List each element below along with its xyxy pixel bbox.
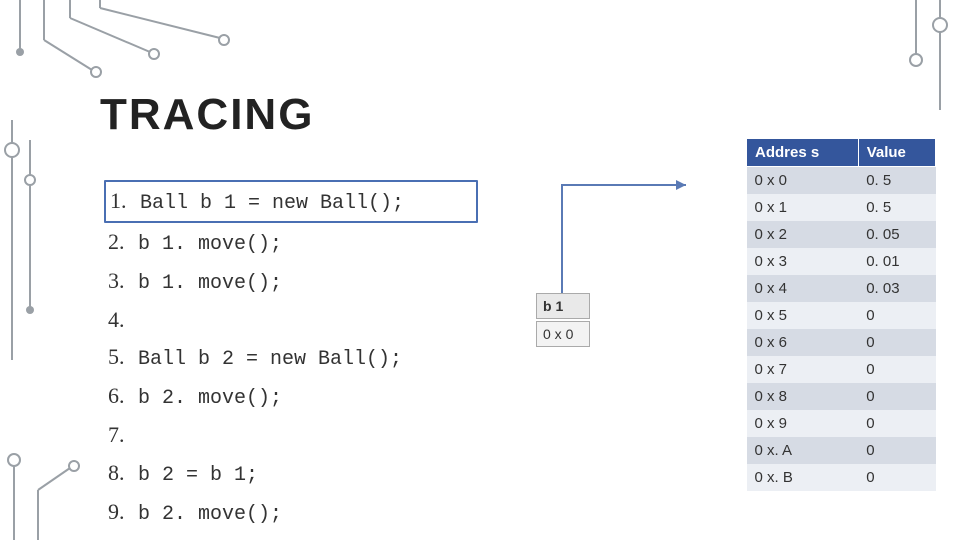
memory-address: 0 x 9 xyxy=(747,410,859,437)
table-row: 0 x 70 xyxy=(747,356,936,383)
memory-address: 0 x 0 xyxy=(747,167,859,195)
memory-address: 0 x. A xyxy=(747,437,859,464)
circuit-bottom-left xyxy=(0,450,100,540)
page-title: TRACING xyxy=(100,90,314,140)
code-statement: Ball b 1 = new Ball(); xyxy=(140,187,404,221)
pointer-label: b 1 xyxy=(536,293,590,319)
code-line: 8.b 2 = b 1; xyxy=(108,454,478,493)
line-number: 5. xyxy=(108,338,130,375)
code-statement: b 1. move(); xyxy=(138,228,282,262)
table-row: 0 x 10. 5 xyxy=(747,194,936,221)
code-line: 4. xyxy=(108,301,478,338)
circuit-left xyxy=(0,120,60,360)
memory-value: 0 xyxy=(858,464,935,491)
code-statement: b 2. move(); xyxy=(138,498,282,532)
line-number: 3. xyxy=(108,262,130,299)
line-number: 9. xyxy=(108,493,130,530)
code-line: 2.b 1. move(); xyxy=(108,223,478,262)
memory-value: 0. 5 xyxy=(858,167,935,195)
memory-header-address: Addres s xyxy=(747,139,859,167)
code-line: 5.Ball b 2 = new Ball(); xyxy=(108,338,478,377)
code-line: 7. xyxy=(108,416,478,453)
table-row: 0 x 40. 03 xyxy=(747,275,936,302)
memory-value: 0 xyxy=(858,383,935,410)
line-number: 1. xyxy=(110,182,132,219)
code-listing: 1.Ball b 1 = new Ball();2.b 1. move();3.… xyxy=(108,180,478,532)
table-row: 0 x 90 xyxy=(747,410,936,437)
memory-address: 0 x 6 xyxy=(747,329,859,356)
circuit-top-right xyxy=(880,0,960,120)
code-statement: b 2 = b 1; xyxy=(138,459,258,493)
code-line: 6.b 2. move(); xyxy=(108,377,478,416)
code-line: 9.b 2. move(); xyxy=(108,493,478,532)
code-line: 3.b 1. move(); xyxy=(108,262,478,301)
memory-header-value: Value xyxy=(858,139,935,167)
memory-address: 0 x. B xyxy=(747,464,859,491)
memory-value: 0 xyxy=(858,356,935,383)
line-number: 2. xyxy=(108,223,130,260)
memory-address: 0 x 8 xyxy=(747,383,859,410)
memory-address: 0 x 7 xyxy=(747,356,859,383)
table-row: 0 x. A0 xyxy=(747,437,936,464)
table-row: 0 x. B0 xyxy=(747,464,936,491)
line-number: 6. xyxy=(108,377,130,414)
memory-value: 0 xyxy=(858,302,935,329)
line-number: 4. xyxy=(108,301,130,338)
memory-address: 0 x 2 xyxy=(747,221,859,248)
table-row: 0 x 30. 01 xyxy=(747,248,936,275)
memory-value: 0. 01 xyxy=(858,248,935,275)
table-row: 0 x 20. 05 xyxy=(747,221,936,248)
memory-value: 0 xyxy=(858,329,935,356)
table-row: 0 x 50 xyxy=(747,302,936,329)
memory-value: 0 xyxy=(858,437,935,464)
table-row: 0 x 80 xyxy=(747,383,936,410)
memory-value: 0. 03 xyxy=(858,275,935,302)
memory-value: 0. 5 xyxy=(858,194,935,221)
circuit-top-left xyxy=(0,0,260,80)
pointer-diagram: b 1 0 x 0 xyxy=(516,175,716,375)
table-row: 0 x 00. 5 xyxy=(747,167,936,195)
code-statement: Ball b 2 = new Ball(); xyxy=(138,343,402,377)
code-line: 1.Ball b 1 = new Ball(); xyxy=(104,180,478,223)
memory-value: 0. 05 xyxy=(858,221,935,248)
line-number: 7. xyxy=(108,416,130,453)
code-statement: b 1. move(); xyxy=(138,267,282,301)
memory-address: 0 x 3 xyxy=(747,248,859,275)
line-number: 8. xyxy=(108,454,130,491)
memory-value: 0 xyxy=(858,410,935,437)
memory-address: 0 x 1 xyxy=(747,194,859,221)
table-row: 0 x 60 xyxy=(747,329,936,356)
memory-table: Addres s Value 0 x 00. 50 x 10. 50 x 20.… xyxy=(746,138,936,491)
pointer-value: 0 x 0 xyxy=(536,321,590,347)
code-statement: b 2. move(); xyxy=(138,382,282,416)
memory-address: 0 x 4 xyxy=(747,275,859,302)
slide: { "title": "TRACING", "code": [ { "n": "… xyxy=(0,0,960,540)
memory-address: 0 x 5 xyxy=(747,302,859,329)
